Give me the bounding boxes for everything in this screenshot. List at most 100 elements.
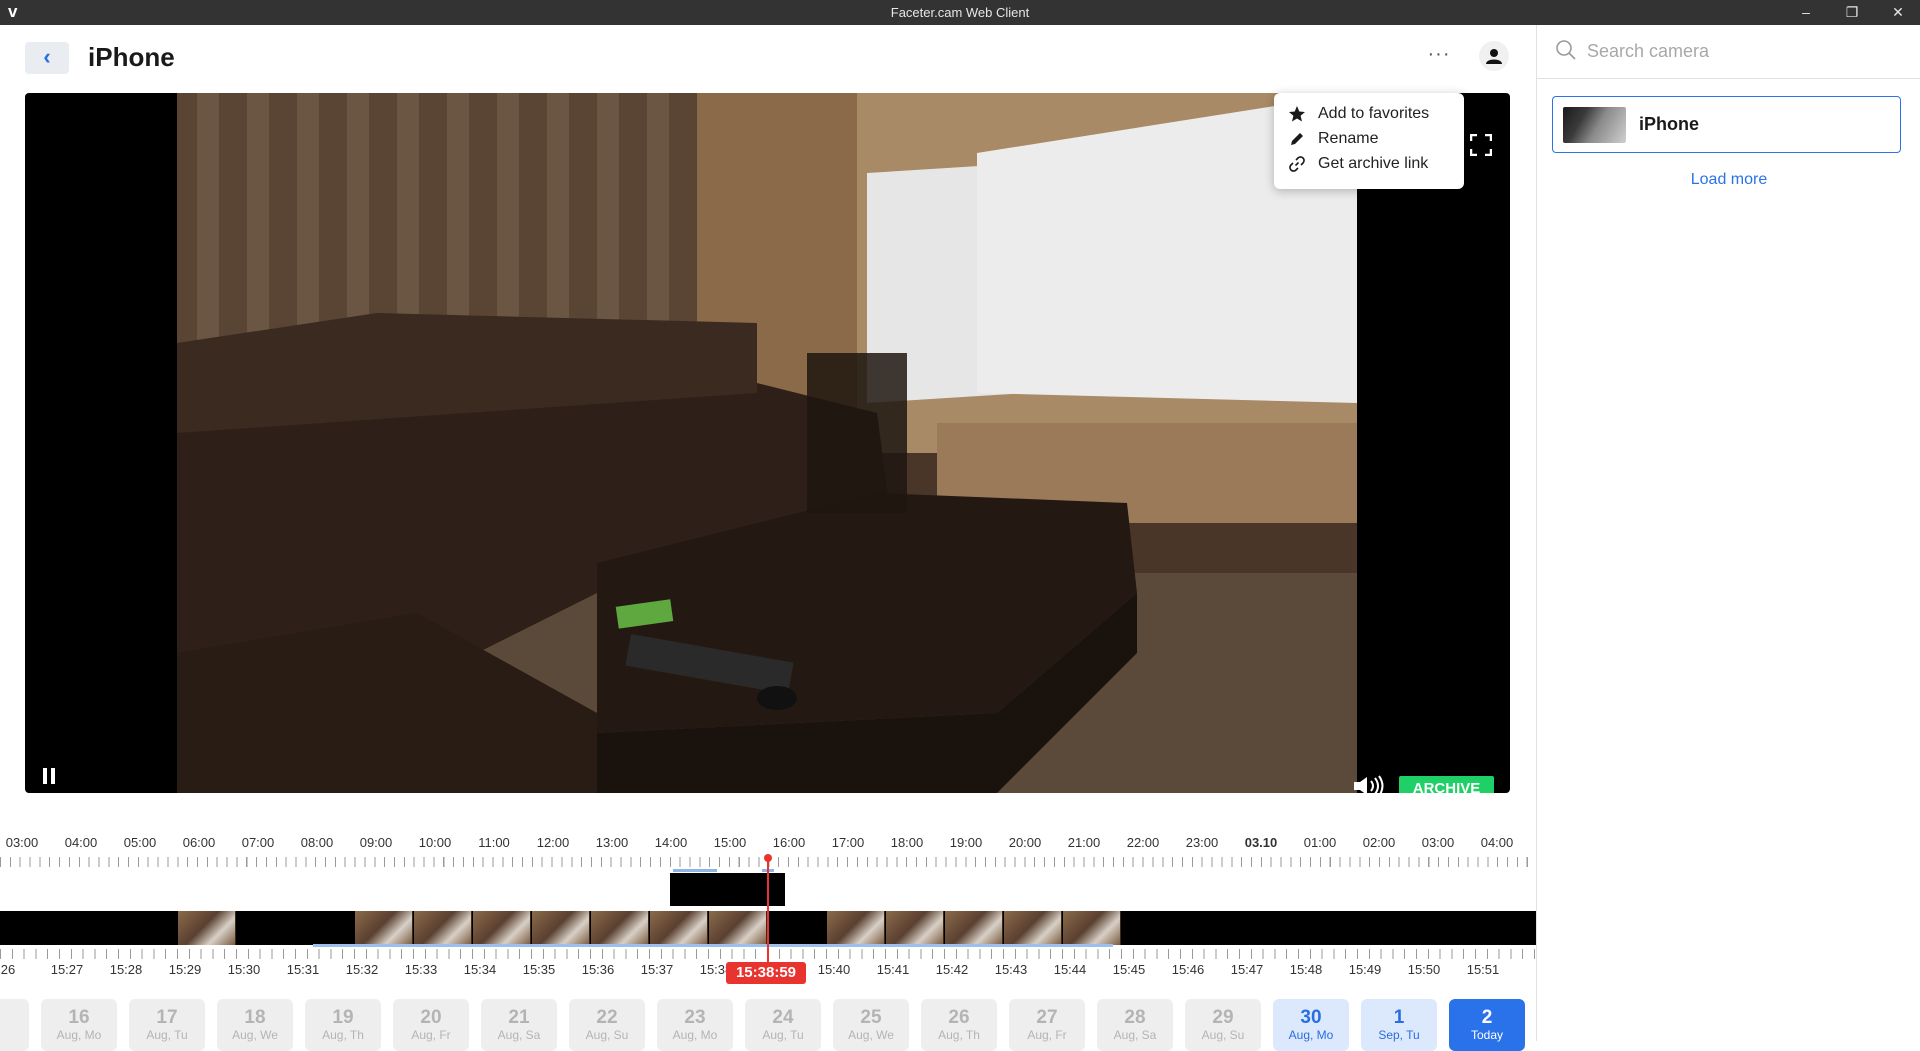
pause-button[interactable] xyxy=(42,767,64,793)
search-camera-input[interactable] xyxy=(1587,39,1887,63)
timeline-hour-label: 16:00 xyxy=(772,835,806,850)
menu-item-archive-link[interactable]: Get archive link xyxy=(1274,151,1464,176)
close-button[interactable]: ✕ xyxy=(1875,0,1920,25)
day-number: 18 xyxy=(244,1007,266,1028)
playhead[interactable] xyxy=(767,858,769,962)
day-button[interactable]: Su xyxy=(0,999,29,1051)
day-button[interactable]: 16 Aug, Mo xyxy=(41,999,117,1051)
timeline-minute-label: 15:35 xyxy=(522,962,556,977)
archive-mode-badge[interactable]: ARCHIVE xyxy=(1399,776,1494,793)
day-button[interactable]: 24 Aug, Tu xyxy=(745,999,821,1051)
back-button[interactable]: ‹ xyxy=(25,42,69,74)
day-button[interactable]: 25 Aug, We xyxy=(833,999,909,1051)
day-button[interactable]: 22 Aug, Su xyxy=(569,999,645,1051)
timeline-minute-label: 15:27 xyxy=(50,962,84,977)
day-number: 26 xyxy=(948,1007,970,1028)
recording-thumbnail[interactable] xyxy=(945,911,1003,945)
restore-button[interactable]: ❐ xyxy=(1829,0,1875,25)
timeline-hour-label: 03:00 xyxy=(1421,835,1455,850)
chevron-left-icon: ‹ xyxy=(43,44,51,69)
recording-thumbnail[interactable] xyxy=(709,911,767,945)
video-player[interactable]: ARCHIVE xyxy=(25,93,1510,793)
camera-sidebar: iPhone Load more xyxy=(1536,25,1920,1041)
day-button[interactable]: 17 Aug, Tu xyxy=(129,999,205,1051)
timeline-hour-label: 11:00 xyxy=(478,835,510,850)
timeline-hour-label: 13:00 xyxy=(595,835,629,850)
recording-thumbnail[interactable] xyxy=(886,911,944,945)
recording-thumbnail[interactable] xyxy=(1063,911,1121,945)
minimize-button[interactable]: – xyxy=(1783,0,1829,25)
timeline-hour-label: 14:00 xyxy=(654,835,688,850)
camera-list-item[interactable]: iPhone xyxy=(1552,96,1901,153)
day-button[interactable]: 1 Sep, Tu xyxy=(1361,999,1437,1051)
menu-item-label: Add to favorites xyxy=(1318,105,1430,122)
link-icon xyxy=(1289,156,1305,172)
recording-thumbnail[interactable] xyxy=(178,911,236,945)
camera-options-menu: Add to favorites Rename Get archive link xyxy=(1274,93,1464,189)
main-panel: ‹ iPhone ··· ARCHIVE Add to favorites Re… xyxy=(0,25,1536,1051)
day-number: 22 xyxy=(596,1007,618,1028)
day-button[interactable]: 30 Aug, Mo xyxy=(1273,999,1349,1051)
day-button[interactable]: 2 Today xyxy=(1449,999,1525,1051)
day-subtitle: Aug, We xyxy=(232,1028,278,1042)
recording-thumbnail[interactable] xyxy=(473,911,531,945)
day-subtitle: Aug, Sa xyxy=(497,1028,541,1042)
recording-thumbnail[interactable] xyxy=(591,911,649,945)
playhead-time-label: 15:38:59 xyxy=(726,962,806,984)
timeline-minute-label: 15:51 xyxy=(1466,962,1500,977)
recording-thumbnail[interactable] xyxy=(1004,911,1062,945)
day-button[interactable]: 18 Aug, We xyxy=(217,999,293,1051)
day-button[interactable]: 29 Aug, Su xyxy=(1185,999,1261,1051)
recording-thumbnail[interactable] xyxy=(650,911,708,945)
window-titlebar: v Faceter.cam Web Client – ❐ ✕ xyxy=(0,0,1920,25)
timeline-hour-label: 03:00 xyxy=(5,835,39,850)
day-subtitle: Aug, Tu xyxy=(146,1028,188,1042)
day-number: 20 xyxy=(420,1007,442,1028)
day-number: 23 xyxy=(684,1007,706,1028)
recording-thumbnail[interactable] xyxy=(414,911,472,945)
day-subtitle: Aug, Mo xyxy=(672,1028,718,1042)
day-subtitle: Aug, Fr xyxy=(1027,1028,1067,1042)
user-avatar-button[interactable] xyxy=(1479,41,1509,71)
day-button[interactable]: 28 Aug, Sa xyxy=(1097,999,1173,1051)
timeline-minute-label: 15:33 xyxy=(404,962,438,977)
timeline-minute-label: 15:46 xyxy=(1171,962,1205,977)
more-options-button[interactable]: ··· xyxy=(1425,44,1453,67)
recording-thumbnail[interactable] xyxy=(532,911,590,945)
volume-icon xyxy=(1354,775,1384,793)
day-button[interactable]: 26 Aug, Th xyxy=(921,999,997,1051)
timeline-hour-label: 09:00 xyxy=(359,835,393,850)
day-number: 16 xyxy=(68,1007,90,1028)
day-button[interactable]: 23 Aug, Mo xyxy=(657,999,733,1051)
load-more-link[interactable]: Load more xyxy=(1537,170,1920,190)
fullscreen-icon xyxy=(1469,133,1493,157)
timeline-minute-label: 15:32 xyxy=(345,962,379,977)
camera-thumbnail xyxy=(1563,107,1626,143)
recording-thumbnail[interactable] xyxy=(827,911,885,945)
timeline-minute-label: 15:29 xyxy=(168,962,202,977)
day-subtitle: Aug, We xyxy=(848,1028,894,1042)
day-subtitle: Sep, Tu xyxy=(1378,1028,1420,1042)
day-button[interactable]: 19 Aug, Th xyxy=(305,999,381,1051)
recording-coverage-bar xyxy=(313,944,1113,947)
day-subtitle: Aug, Fr xyxy=(411,1028,451,1042)
pause-icon xyxy=(43,768,55,784)
star-icon xyxy=(1289,106,1305,122)
timeline-minute-label: 15:40 xyxy=(817,962,851,977)
day-subtitle: Su xyxy=(0,1007,29,1020)
day-button[interactable]: 20 Aug, Fr xyxy=(393,999,469,1051)
day-number: 17 xyxy=(156,1007,178,1028)
day-button[interactable]: 27 Aug, Fr xyxy=(1009,999,1085,1051)
day-number: 2 xyxy=(1481,1007,1493,1028)
timeline-minute-label: 15:47 xyxy=(1230,962,1264,977)
volume-button[interactable] xyxy=(1352,775,1386,793)
menu-item-add-favorites[interactable]: Add to favorites xyxy=(1274,101,1464,126)
timeline-hour-label: 21:00 xyxy=(1067,835,1101,850)
menu-item-rename[interactable]: Rename xyxy=(1274,126,1464,151)
user-icon xyxy=(1486,49,1502,64)
day-button[interactable]: 21 Aug, Sa xyxy=(481,999,557,1051)
recording-thumbnail[interactable] xyxy=(355,911,413,945)
search-bar xyxy=(1537,25,1920,79)
fullscreen-button[interactable] xyxy=(1469,133,1493,161)
day-number: 19 xyxy=(332,1007,354,1028)
